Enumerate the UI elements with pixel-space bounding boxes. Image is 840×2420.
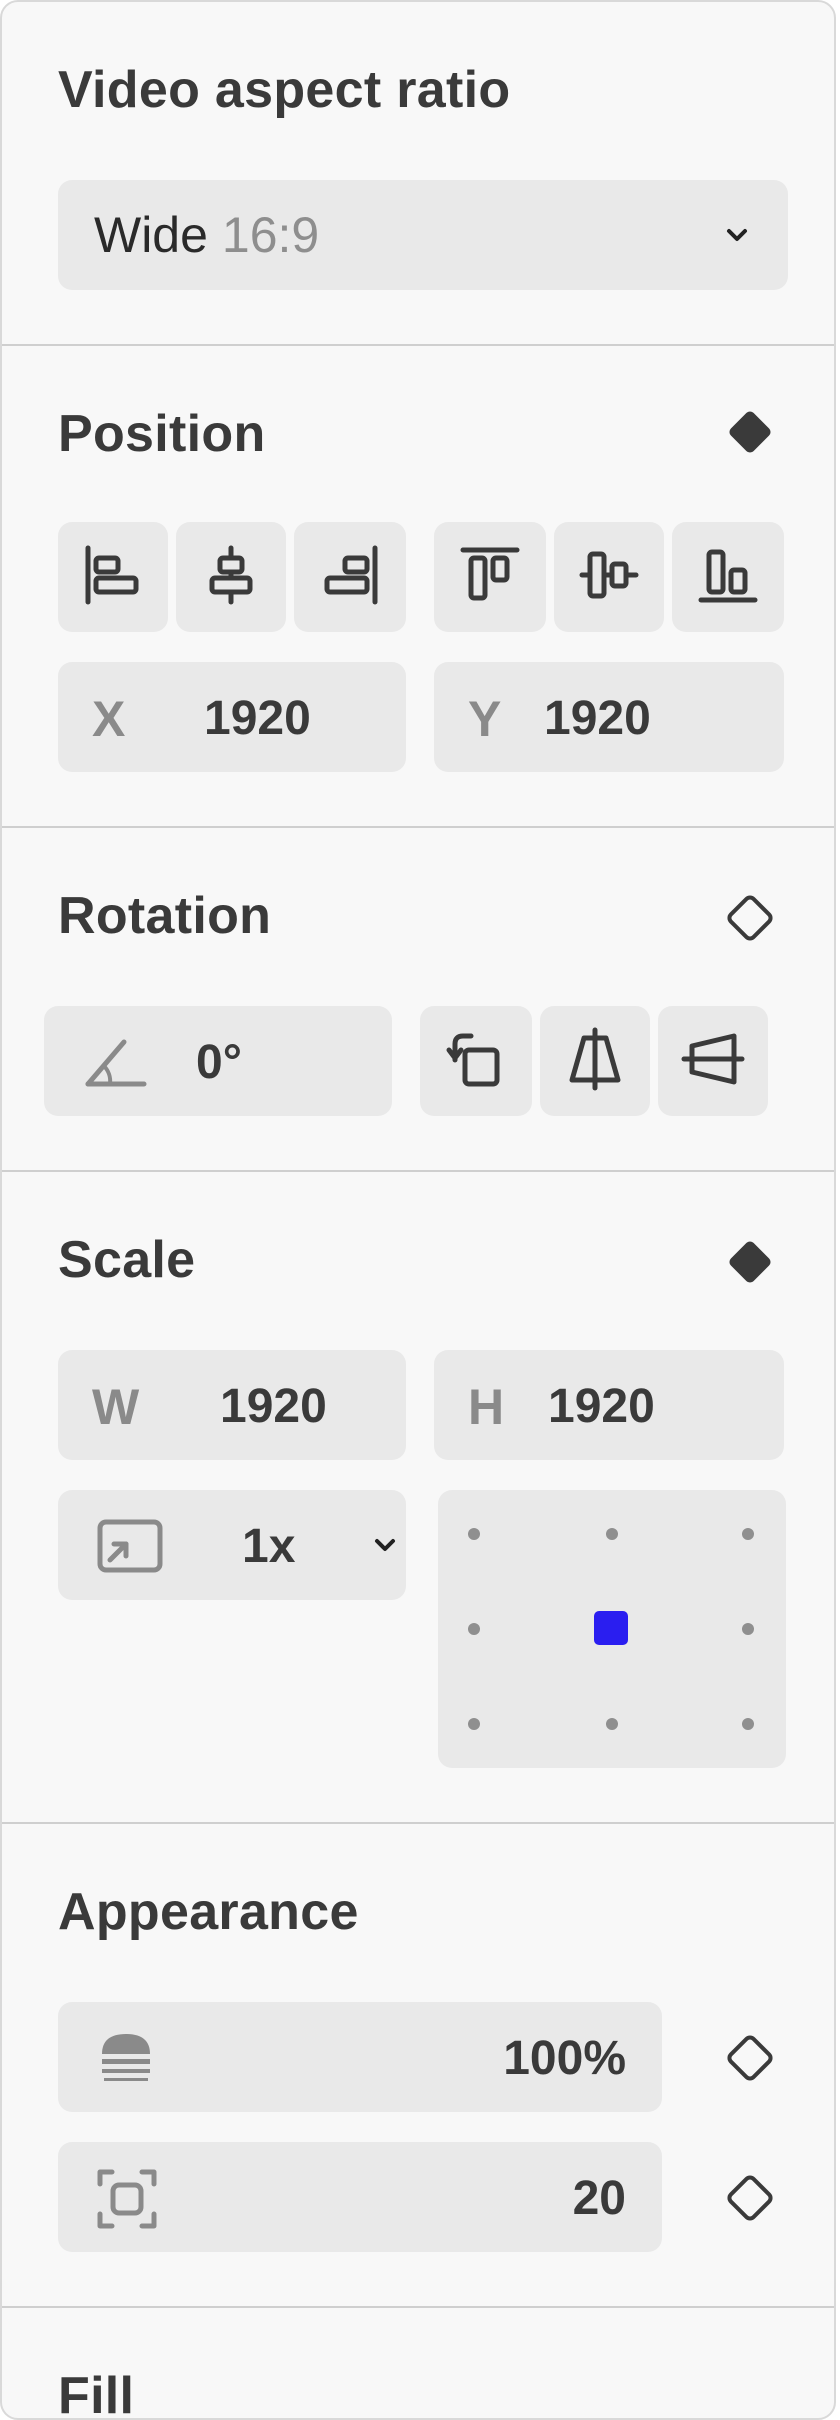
opacity-icon bbox=[96, 2028, 156, 2093]
align-right-icon bbox=[315, 540, 385, 615]
anchor-top-left[interactable] bbox=[468, 1528, 480, 1540]
angle-icon bbox=[82, 1034, 150, 1095]
scale-title: Scale bbox=[58, 1231, 196, 1289]
corner-radius-icon bbox=[96, 2168, 158, 2235]
align-center-vertical-button[interactable] bbox=[554, 522, 664, 632]
position-y-value: 1920 bbox=[544, 692, 651, 745]
flip-horizontal-button[interactable] bbox=[540, 1006, 650, 1116]
position-y-label: Y bbox=[468, 691, 502, 747]
chevron-down-icon bbox=[370, 1530, 400, 1565]
fill-section: Fill bbox=[2, 2308, 834, 2420]
align-bottom-button[interactable] bbox=[672, 522, 784, 632]
keyframe-diamond-outline-icon[interactable] bbox=[722, 2030, 778, 2086]
rotation-angle-value: 0° bbox=[196, 1036, 242, 1089]
aspect-ratio-title: Video aspect ratio bbox=[58, 61, 511, 119]
keyframe-diamond-filled-icon[interactable] bbox=[722, 404, 778, 460]
opacity-field[interactable]: 100% bbox=[58, 2002, 662, 2112]
align-center-horizontal-icon bbox=[196, 540, 266, 615]
scale-width-label: W bbox=[92, 1379, 140, 1435]
position-x-field[interactable]: X 1920 bbox=[58, 662, 406, 772]
anchor-top-center[interactable] bbox=[606, 1528, 618, 1540]
flip-horizontal-icon bbox=[560, 1024, 630, 1099]
align-bottom-icon bbox=[693, 540, 763, 615]
align-left-icon bbox=[78, 540, 148, 615]
align-top-button[interactable] bbox=[434, 522, 546, 632]
position-x-label: X bbox=[92, 691, 126, 747]
chevron-down-icon bbox=[722, 220, 752, 255]
scale-height-value: 1920 bbox=[548, 1380, 655, 1433]
scale-width-field[interactable]: W 1920 bbox=[58, 1350, 406, 1460]
aspect-ratio-dropdown[interactable]: Wide 16:9 bbox=[58, 180, 788, 290]
anchor-top-right[interactable] bbox=[742, 1528, 754, 1540]
align-right-button[interactable] bbox=[294, 522, 406, 632]
align-top-icon bbox=[455, 540, 525, 615]
rotation-title: Rotation bbox=[58, 887, 272, 945]
keyframe-diamond-filled-icon[interactable] bbox=[722, 1234, 778, 1290]
position-section: Position X 1920 Y 1920 bbox=[2, 346, 834, 826]
anchor-bottom-right[interactable] bbox=[742, 1718, 754, 1730]
keyframe-diamond-outline-icon[interactable] bbox=[722, 890, 778, 946]
scale-width-value: 1920 bbox=[220, 1380, 327, 1433]
align-left-button[interactable] bbox=[58, 522, 168, 632]
fill-title: Fill bbox=[58, 2367, 135, 2420]
anchor-middle-left[interactable] bbox=[468, 1623, 480, 1635]
flip-vertical-icon bbox=[678, 1024, 748, 1099]
align-center-vertical-icon bbox=[574, 540, 644, 615]
position-title: Position bbox=[58, 405, 266, 463]
position-x-value: 1920 bbox=[204, 692, 311, 745]
scale-height-label: H bbox=[468, 1379, 505, 1435]
scale-section: Scale W 1920 H 1920 1x bbox=[2, 1172, 834, 1822]
rotation-angle-field[interactable]: 0° bbox=[44, 1006, 392, 1116]
appearance-title: Appearance bbox=[58, 1883, 359, 1941]
flip-vertical-button[interactable] bbox=[658, 1006, 768, 1116]
scale-factor-value: 1x bbox=[242, 1520, 296, 1573]
position-y-field[interactable]: Y 1920 bbox=[434, 662, 784, 772]
rotate-icon bbox=[441, 1024, 511, 1099]
rotation-section: Rotation 0° bbox=[2, 828, 834, 1170]
anchor-center-selected[interactable] bbox=[594, 1611, 628, 1645]
corner-radius-field[interactable]: 20 bbox=[58, 2142, 662, 2252]
aspect-ratio-value-name: Wide bbox=[94, 207, 208, 263]
keyframe-diamond-outline-icon[interactable] bbox=[722, 2170, 778, 2226]
align-center-horizontal-button[interactable] bbox=[176, 522, 286, 632]
anchor-bottom-center[interactable] bbox=[606, 1718, 618, 1730]
scale-height-field[interactable]: H 1920 bbox=[434, 1350, 784, 1460]
rotate-90-button[interactable] bbox=[420, 1006, 532, 1116]
aspect-ratio-section: Video aspect ratio Wide 16:9 bbox=[2, 2, 834, 344]
scale-factor-dropdown[interactable]: 1x bbox=[58, 1490, 406, 1600]
resize-icon bbox=[96, 1518, 164, 1579]
corner-radius-value: 20 bbox=[572, 2172, 626, 2225]
anchor-point-grid[interactable] bbox=[438, 1490, 786, 1768]
inspector-panel: Video aspect ratio Wide 16:9 Position X … bbox=[0, 0, 836, 2420]
anchor-bottom-left[interactable] bbox=[468, 1718, 480, 1730]
anchor-middle-right[interactable] bbox=[742, 1623, 754, 1635]
aspect-ratio-value-ratio: 16:9 bbox=[221, 207, 320, 263]
opacity-value: 100% bbox=[503, 2032, 626, 2085]
appearance-section: Appearance 100% 20 bbox=[2, 1824, 834, 2306]
